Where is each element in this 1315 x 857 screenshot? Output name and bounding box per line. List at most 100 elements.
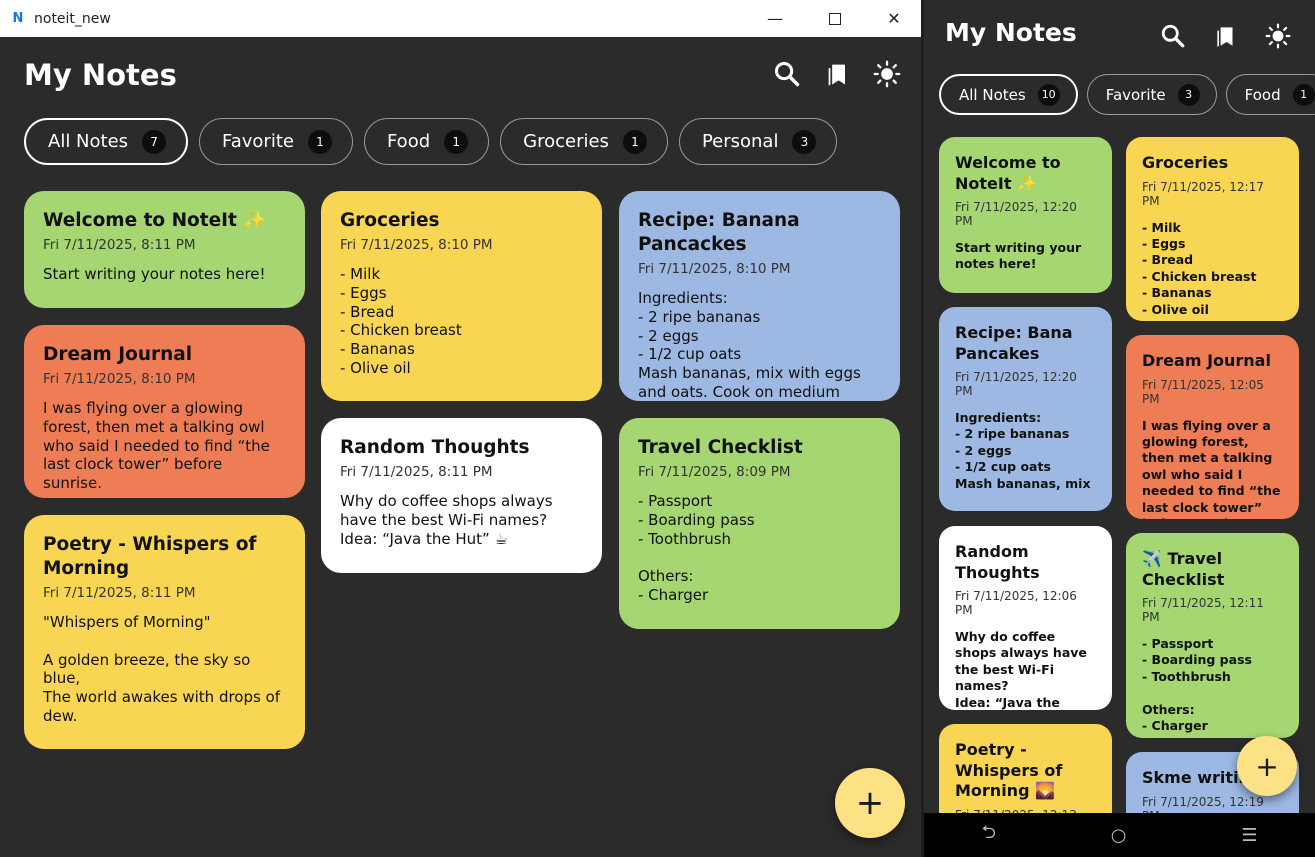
note-body: Why do coffee shops always have the best… bbox=[955, 629, 1087, 710]
note-title: Travel Checklist bbox=[638, 437, 803, 458]
note-body: I was flying over a glowing forest, then… bbox=[43, 399, 270, 493]
app-logo-icon: N bbox=[12, 11, 24, 26]
android-nav-bar: ⮌ ○ ☰ bbox=[924, 813, 1315, 857]
chip-label: All Notes bbox=[48, 131, 129, 152]
bookmarks-icon[interactable] bbox=[1213, 23, 1239, 49]
chip-food[interactable]: Food 1 bbox=[363, 118, 490, 165]
note-card-groceries[interactable]: Groceries Fri 7/11/2025, 8:10 PM - Milk … bbox=[321, 191, 602, 401]
note-title: Dream Journal bbox=[43, 344, 193, 365]
chip-count: 3 bbox=[792, 129, 817, 154]
add-note-button[interactable]: + bbox=[835, 768, 905, 838]
chip-count: 3 bbox=[1177, 83, 1200, 106]
close-icon: ✕ bbox=[887, 9, 901, 28]
note-title: Welcome to NoteIt ✨ bbox=[955, 153, 1061, 193]
chip-label: Groceries bbox=[523, 131, 609, 152]
chip-count: 1 bbox=[622, 129, 647, 154]
note-title: Welcome to NoteIt ✨ bbox=[43, 210, 267, 231]
chip-count: 1 bbox=[307, 129, 332, 154]
note-card-poetry[interactable]: Poetry - Whispers of Morning Fri 7/11/20… bbox=[24, 515, 305, 749]
page-title: My Notes bbox=[945, 18, 1077, 47]
mobile-screen: My Notes All Notes 10 Favorite 3 Food 1 Wel… bbox=[924, 0, 1315, 857]
note-card-travel-checklist[interactable]: ✈️ Travel Checklist Fri 7/11/2025, 12:11… bbox=[1126, 533, 1299, 738]
note-date: Fri 7/11/2025, 8:11 PM bbox=[43, 585, 196, 601]
brightness-icon[interactable] bbox=[873, 60, 901, 88]
note-date: Fri 7/11/2025, 12:20 PM bbox=[955, 200, 1077, 228]
chip-label: Food bbox=[1244, 85, 1281, 104]
bookmarks-icon[interactable] bbox=[824, 60, 852, 88]
note-card-dream-journal[interactable]: Dream Journal Fri 7/11/2025, 12:05 PM I … bbox=[1126, 335, 1299, 519]
note-body: - Milk - Eggs - Bread - Chicken breast -… bbox=[1142, 219, 1257, 317]
chip-favorite[interactable]: Favorite 1 bbox=[199, 118, 353, 165]
note-card-recipe[interactable]: Recipe: Banana Pancackes Fri 7/11/2025, … bbox=[619, 191, 900, 401]
note-date: Fri 7/11/2025, 12:06 PM bbox=[955, 589, 1077, 617]
note-title: Groceries bbox=[1142, 153, 1229, 172]
note-title: Groceries bbox=[340, 210, 440, 231]
note-body: - Milk - Eggs - Bread - Chicken breast -… bbox=[340, 265, 462, 377]
add-note-button[interactable]: + bbox=[1237, 736, 1297, 796]
maximize-icon bbox=[829, 12, 841, 25]
note-body: Ingredients: - 2 ripe bananas - 2 eggs -… bbox=[638, 289, 861, 401]
note-date: Fri 7/11/2025, 8:09 PM bbox=[638, 464, 791, 480]
note-body: "Whispers of Morning" A golden breeze, t… bbox=[43, 613, 281, 727]
note-card-random-thoughts[interactable]: Random Thoughts Fri 7/11/2025, 8:11 PM W… bbox=[321, 418, 602, 573]
close-button[interactable]: ✕ bbox=[865, 0, 923, 37]
note-body: I was flying over a glowing forest, then… bbox=[1142, 417, 1281, 520]
plus-icon: + bbox=[1255, 749, 1279, 783]
note-body: Start writing your notes here! bbox=[43, 265, 266, 283]
note-card-welcome[interactable]: Welcome to NoteIt ✨ Fri 7/11/2025, 8:11 … bbox=[24, 191, 305, 308]
note-title: Poetry - Whispers of Morning 🌄 bbox=[955, 740, 1063, 800]
note-date: Fri 7/11/2025, 12:20 PM bbox=[955, 370, 1077, 398]
chip-label: All Notes bbox=[959, 85, 1026, 104]
chip-count: 7 bbox=[142, 129, 167, 154]
back-icon[interactable]: ⮌ bbox=[981, 820, 995, 850]
note-card-groceries[interactable]: Groceries Fri 7/11/2025, 12:17 PM - Milk… bbox=[1126, 137, 1299, 321]
chip-personal[interactable]: Personal 3 bbox=[678, 118, 838, 165]
minimize-button[interactable]: — bbox=[746, 0, 804, 37]
plus-icon: + bbox=[855, 783, 885, 823]
note-title: Recipe: Banana Pancackes bbox=[638, 210, 800, 255]
recents-icon[interactable]: ☰ bbox=[1241, 825, 1257, 846]
note-title: Recipe: Bana Pancakes bbox=[955, 323, 1073, 363]
chip-food[interactable]: Food 1 bbox=[1225, 74, 1315, 115]
note-title: ✈️ Travel Checklist bbox=[1142, 549, 1225, 589]
note-body: Why do coffee shops always have the best… bbox=[340, 492, 553, 548]
note-date: Fri 7/11/2025, 12:05 PM bbox=[1142, 377, 1264, 406]
note-card-travel-checklist[interactable]: Travel Checklist Fri 7/11/2025, 8:09 PM … bbox=[619, 418, 900, 629]
home-icon[interactable]: ○ bbox=[1111, 825, 1127, 846]
note-card-recipe[interactable]: Recipe: Bana Pancakes Fri 7/11/2025, 12:… bbox=[939, 307, 1112, 511]
window-title: noteit_new bbox=[34, 10, 111, 27]
chip-count: 1 bbox=[444, 129, 469, 154]
minimize-icon: — bbox=[767, 9, 783, 28]
note-card-dream-journal[interactable]: Dream Journal Fri 7/11/2025, 8:10 PM I w… bbox=[24, 325, 305, 498]
note-card-welcome[interactable]: Welcome to NoteIt ✨ Fri 7/11/2025, 12:20… bbox=[939, 137, 1112, 293]
chip-count: 10 bbox=[1037, 83, 1060, 106]
search-icon[interactable] bbox=[1160, 23, 1186, 49]
note-title: Dream Journal bbox=[1142, 351, 1271, 370]
note-title: Poetry - Whispers of Morning bbox=[43, 534, 257, 579]
maximize-button[interactable] bbox=[806, 0, 864, 37]
note-date: Fri 7/11/2025, 12:11 PM bbox=[1142, 596, 1264, 624]
brightness-icon[interactable] bbox=[1265, 23, 1291, 49]
chip-groceries[interactable]: Groceries 1 bbox=[500, 118, 668, 165]
chip-label: Personal bbox=[701, 131, 779, 152]
desktop-window: N noteit_new — ✕ My Notes All Notes 7 Fav… bbox=[0, 0, 921, 857]
chip-all-notes[interactable]: All Notes 10 bbox=[939, 74, 1078, 115]
note-body: Ingredients: - 2 ripe bananas - 2 eggs -… bbox=[955, 410, 1091, 491]
chip-label: Favorite bbox=[222, 131, 294, 152]
chip-label: Favorite bbox=[1105, 85, 1166, 104]
note-body: - Passport - Boarding pass - Toothbrush … bbox=[1142, 636, 1252, 734]
chip-label: Food bbox=[386, 131, 431, 152]
chip-favorite[interactable]: Favorite 3 bbox=[1086, 74, 1217, 115]
note-date: Fri 7/11/2025, 8:10 PM bbox=[638, 261, 791, 277]
chip-all-notes[interactable]: All Notes 7 bbox=[24, 118, 189, 165]
note-date: Fri 7/11/2025, 12:17 PM bbox=[1142, 179, 1264, 208]
note-title: Random Thoughts bbox=[340, 437, 530, 458]
note-body: - Passport - Boarding pass - Toothbrush … bbox=[638, 492, 755, 604]
note-card-random-thoughts[interactable]: Random Thoughts Fri 7/11/2025, 12:06 PM … bbox=[939, 526, 1112, 710]
note-body: Start writing your notes here! bbox=[955, 240, 1082, 272]
search-icon[interactable] bbox=[773, 60, 801, 88]
note-date: Fri 7/11/2025, 8:11 PM bbox=[340, 464, 493, 480]
filter-chips: All Notes 10 Favorite 3 Food 1 bbox=[939, 74, 1315, 115]
chip-count: 1 bbox=[1292, 83, 1315, 106]
note-date: Fri 7/11/2025, 8:10 PM bbox=[340, 237, 493, 253]
